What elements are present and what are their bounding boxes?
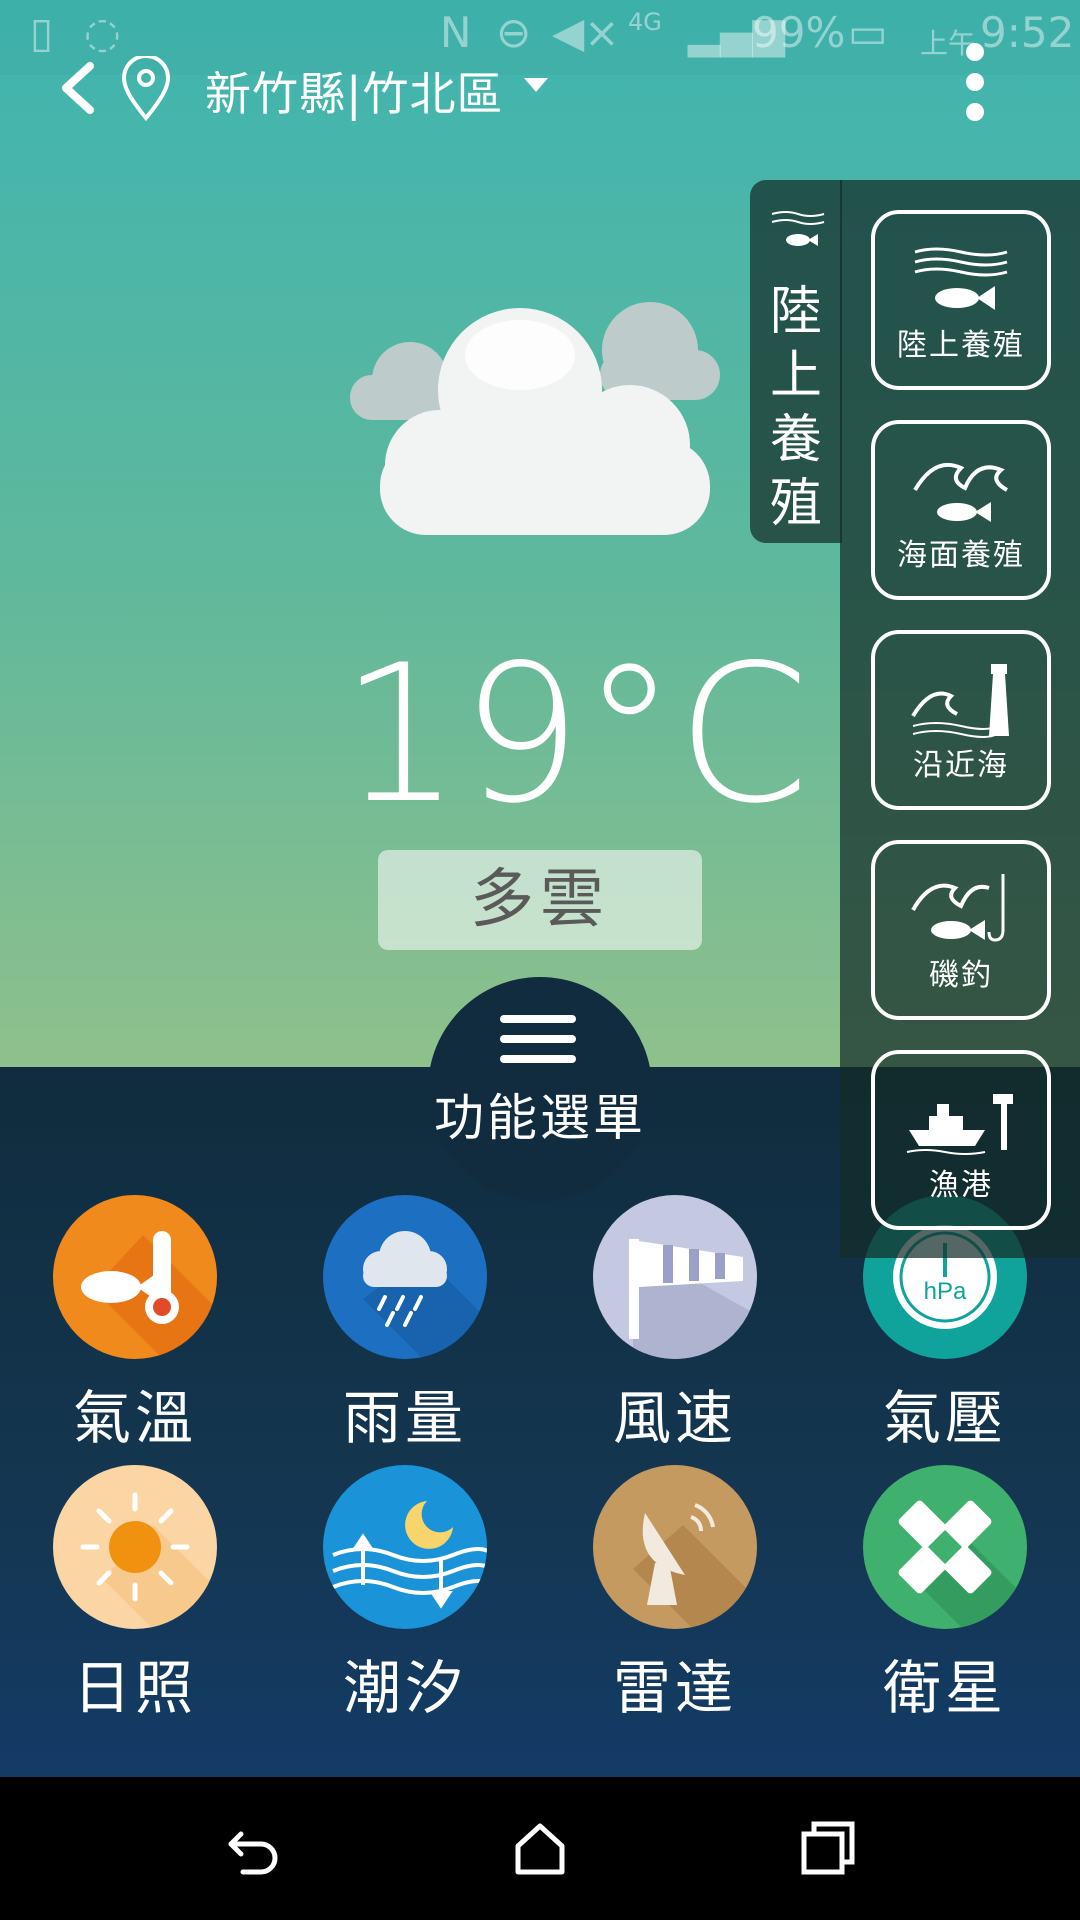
function-wind-speed[interactable]: 風速 [575,1195,775,1455]
navigation-bar [0,1777,1080,1920]
function-label: 雨量 [342,1384,467,1452]
category-label: 磯釣 [929,958,993,993]
function-radar[interactable]: 雷達 [575,1465,775,1725]
function-label: 衛星 [882,1654,1007,1722]
function-sunshine[interactable]: 日照 [35,1465,235,1725]
category-coastal[interactable]: 沿近海 [871,630,1051,810]
caret-down-icon[interactable] [524,78,548,92]
nav-back-icon[interactable] [225,1820,281,1876]
function-label: 氣溫 [72,1384,197,1452]
battery-icon: ▭ [848,8,888,57]
sun-icon [53,1465,217,1629]
back-icon[interactable] [52,58,112,118]
network-type: 4G [628,8,662,36]
hamburger-icon[interactable] [500,1015,576,1063]
category-rock-fishing[interactable]: 磯釣 [871,840,1051,1020]
function-satellite[interactable]: 衛星 [845,1465,1045,1725]
function-label: 風速 [612,1384,737,1452]
category-label: 沿近海 [913,748,1009,783]
rain-cloud-icon [323,1195,487,1359]
land-aquaculture-icon [914,247,1008,310]
fish-thermometer-icon [53,1195,217,1359]
location-selector[interactable]: 新竹縣|竹北區 [205,58,504,124]
nfc-icon: N [440,8,472,57]
function-label: 雷達 [612,1654,737,1722]
battery-percent: 99% [752,8,846,57]
function-label: 氣壓 [882,1384,1007,1452]
sea-aquaculture-icon [913,462,1009,522]
category-fishing-port[interactable]: 漁港 [871,1050,1051,1230]
mute-icon: ◀× [552,8,620,57]
radar-dish-icon [593,1465,757,1629]
drawer-tab-label: 陸上養殖 [750,280,842,536]
category-label: 海面養殖 [897,538,1025,573]
function-rainfall[interactable]: 雨量 [305,1195,505,1455]
screen-icon: ▯ [30,8,54,57]
function-label: 潮汐 [342,1654,467,1722]
category-label: 漁港 [929,1168,993,1203]
coastal-lighthouse-icon [911,664,1009,738]
function-label: 日照 [72,1654,197,1722]
cloudy-weather-icon [350,302,720,535]
category-label: 陸上養殖 [897,328,1025,363]
windsock-icon [593,1195,757,1359]
rock-fishing-icon [911,874,1005,942]
function-temperature[interactable]: 氣溫 [35,1195,235,1455]
sync-icon: ◌ [84,8,121,57]
land-aquaculture-tab-icon [771,211,825,246]
location-pin-icon [121,56,171,122]
category-land-aquaculture[interactable]: 陸上養殖 [871,210,1051,390]
pressure-unit: hPa [924,1278,967,1305]
more-options-icon[interactable] [955,42,995,122]
tide-icon [323,1465,487,1629]
nav-home-icon[interactable] [512,1820,568,1876]
weather-condition: 多雲 [378,850,702,950]
drawer-tab-text: 陸上養殖 [769,282,822,534]
temperature-value: 19°C [340,624,810,845]
function-tide[interactable]: 潮汐 [305,1465,505,1725]
satellite-icon [863,1465,1027,1629]
fishing-port-icon [906,1094,1013,1155]
do-not-disturb-icon: ⊖ [496,8,532,57]
category-sea-aquaculture[interactable]: 海面養殖 [871,420,1051,600]
menu-label: 功能選單 [434,1089,646,1147]
nav-recents-icon[interactable] [800,1820,856,1876]
